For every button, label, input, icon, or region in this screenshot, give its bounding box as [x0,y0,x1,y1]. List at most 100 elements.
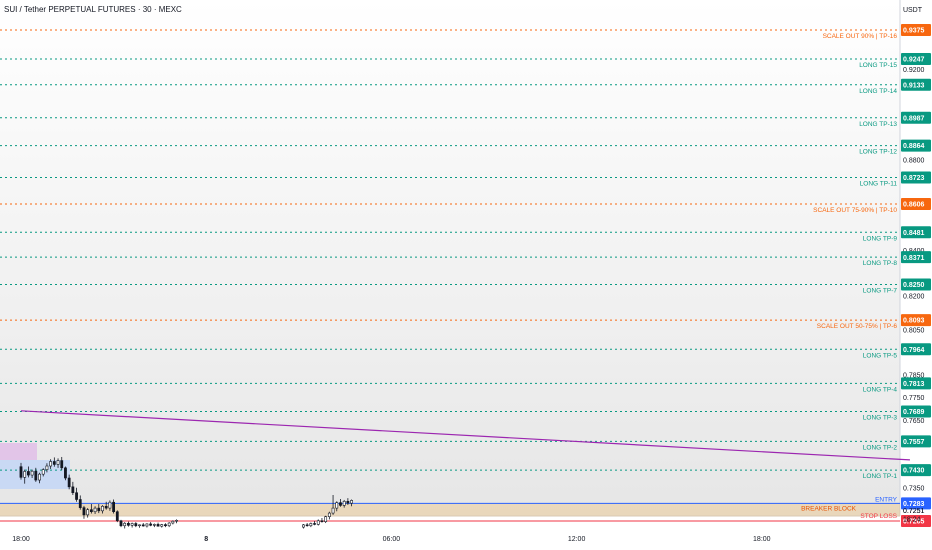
x-tick-label: 8 [204,536,208,543]
candle [64,466,67,481]
candle [119,519,123,528]
level-label: LONG TP-11 [860,181,898,188]
level-label: LONG TP-12 [859,149,897,156]
candle-body [152,524,156,526]
candle-body [64,467,67,479]
y-tick-label: 0.7750 [903,395,925,402]
level-price-badge: 0.9375 [901,24,931,36]
candle-body [127,522,130,526]
level-label: LONG TP-8 [863,260,898,267]
candle-body [302,524,305,528]
price-badge-text: 0.7964 [903,347,925,354]
candle-body [115,511,119,522]
price-badge-text: 0.7283 [903,501,925,508]
candle-body [86,509,90,516]
candle-body [104,505,108,509]
candle-body [89,509,93,513]
candle-body [27,471,30,476]
level-price-badge: 0.7964 [901,343,931,356]
x-tick-label: 06:00 [383,536,401,543]
level-price-badge: 0.7557 [901,435,931,448]
level-price-badge: 0.8987 [901,111,931,124]
y-tick-label: 0.8050 [903,327,925,334]
candle-body [49,461,53,467]
level-price-badge: 0.8723 [901,171,931,184]
level-price-badge: 0.9247 [901,52,931,65]
candle-body [149,523,153,526]
level-price-badge: 0.9133 [901,78,931,91]
candle-body [320,520,324,522]
candle-body [313,523,316,525]
candle-body [145,523,149,527]
candle-body [339,502,342,506]
level-label: LONG TP-9 [863,235,898,242]
x-tick-label: 18:00 [753,536,771,543]
candle-body [97,507,101,512]
candle-body [324,516,328,522]
price-badge-text: 0.9375 [903,28,925,35]
price-badge-text: 0.8093 [903,318,925,325]
y-tick-label: 0.8800 [903,158,925,165]
price-badge-text: 0.8987 [903,115,925,122]
candle-body [331,507,335,514]
candle-body [141,524,145,527]
price-badge-text: 0.8371 [903,255,925,262]
candle-body [316,520,320,525]
candle-body [34,470,38,481]
breaker-block-zone [0,503,900,517]
price-badge-text: 0.7430 [903,468,925,475]
candle-body [56,460,60,465]
candle-body [108,501,112,509]
candle-body [134,523,138,527]
level-label: LONG TP-3 [863,414,898,421]
y-tick-label: 0.7350 [903,486,925,493]
level-price-badge: 0.8371 [901,251,931,264]
price-badge-text: 0.8864 [903,143,925,150]
candle-body [309,523,313,527]
candle-body [335,502,339,509]
candle-body [45,465,49,470]
y-tick-label: 0.9200 [903,67,925,74]
candle-body [101,505,104,512]
y-tick-label: 0.8200 [903,293,925,300]
candle-body [19,466,23,478]
x-tick-label: 12:00 [568,536,586,543]
plot-background [0,0,900,516]
candle [324,515,328,524]
level-label: LONG TP-14 [859,88,897,95]
price-badge-text: 0.9133 [903,82,925,89]
candle-body [41,469,45,475]
candle-body [346,501,350,504]
candle-body [78,499,82,508]
price-badge-text: 0.8723 [903,175,925,182]
candle-body [350,500,353,504]
level-label: LONG TP-4 [863,386,898,393]
level-label: LONG TP-1 [863,473,898,480]
level-label: SCALE OUT 50-75% | TP-6 [817,323,898,330]
level-price-badge: 0.8093 [901,314,931,327]
countdown-label: 18:24 [903,517,921,524]
level-label: LONG TP-5 [863,352,898,359]
candle-body [160,524,164,527]
candle-body [38,473,41,481]
symbol-header: SUI / Tether PERPETUAL FUTURES · 30 · ME… [4,5,182,14]
currency-label: USDT [902,7,922,14]
candle-body [164,524,167,527]
price-badge-text: 0.8250 [903,282,925,289]
y-tick-label: 0.7650 [903,418,925,425]
candle [115,510,119,523]
candle-body [75,492,78,500]
price-badge-text: 0.8481 [903,230,925,237]
level-price-badge: 0.8481 [901,226,931,239]
candle-body [93,507,97,513]
candle-body [123,522,127,527]
level-label: SCALE OUT 90% | TP-16 [823,33,898,40]
level-price-badge: 0.7813 [901,377,931,390]
level-price-badge: 0.7689 [901,405,931,418]
price-badge-text: 0.8606 [903,202,925,209]
candle-body [342,501,346,506]
level-price-badge: 0.7430 [901,464,931,477]
candle-body [130,523,134,526]
price-chart[interactable]: BREAKER BLOCK SCALE OUT 90% | TP-16 LONG T… [0,0,932,550]
price-badge-text: 0.7813 [903,381,925,388]
